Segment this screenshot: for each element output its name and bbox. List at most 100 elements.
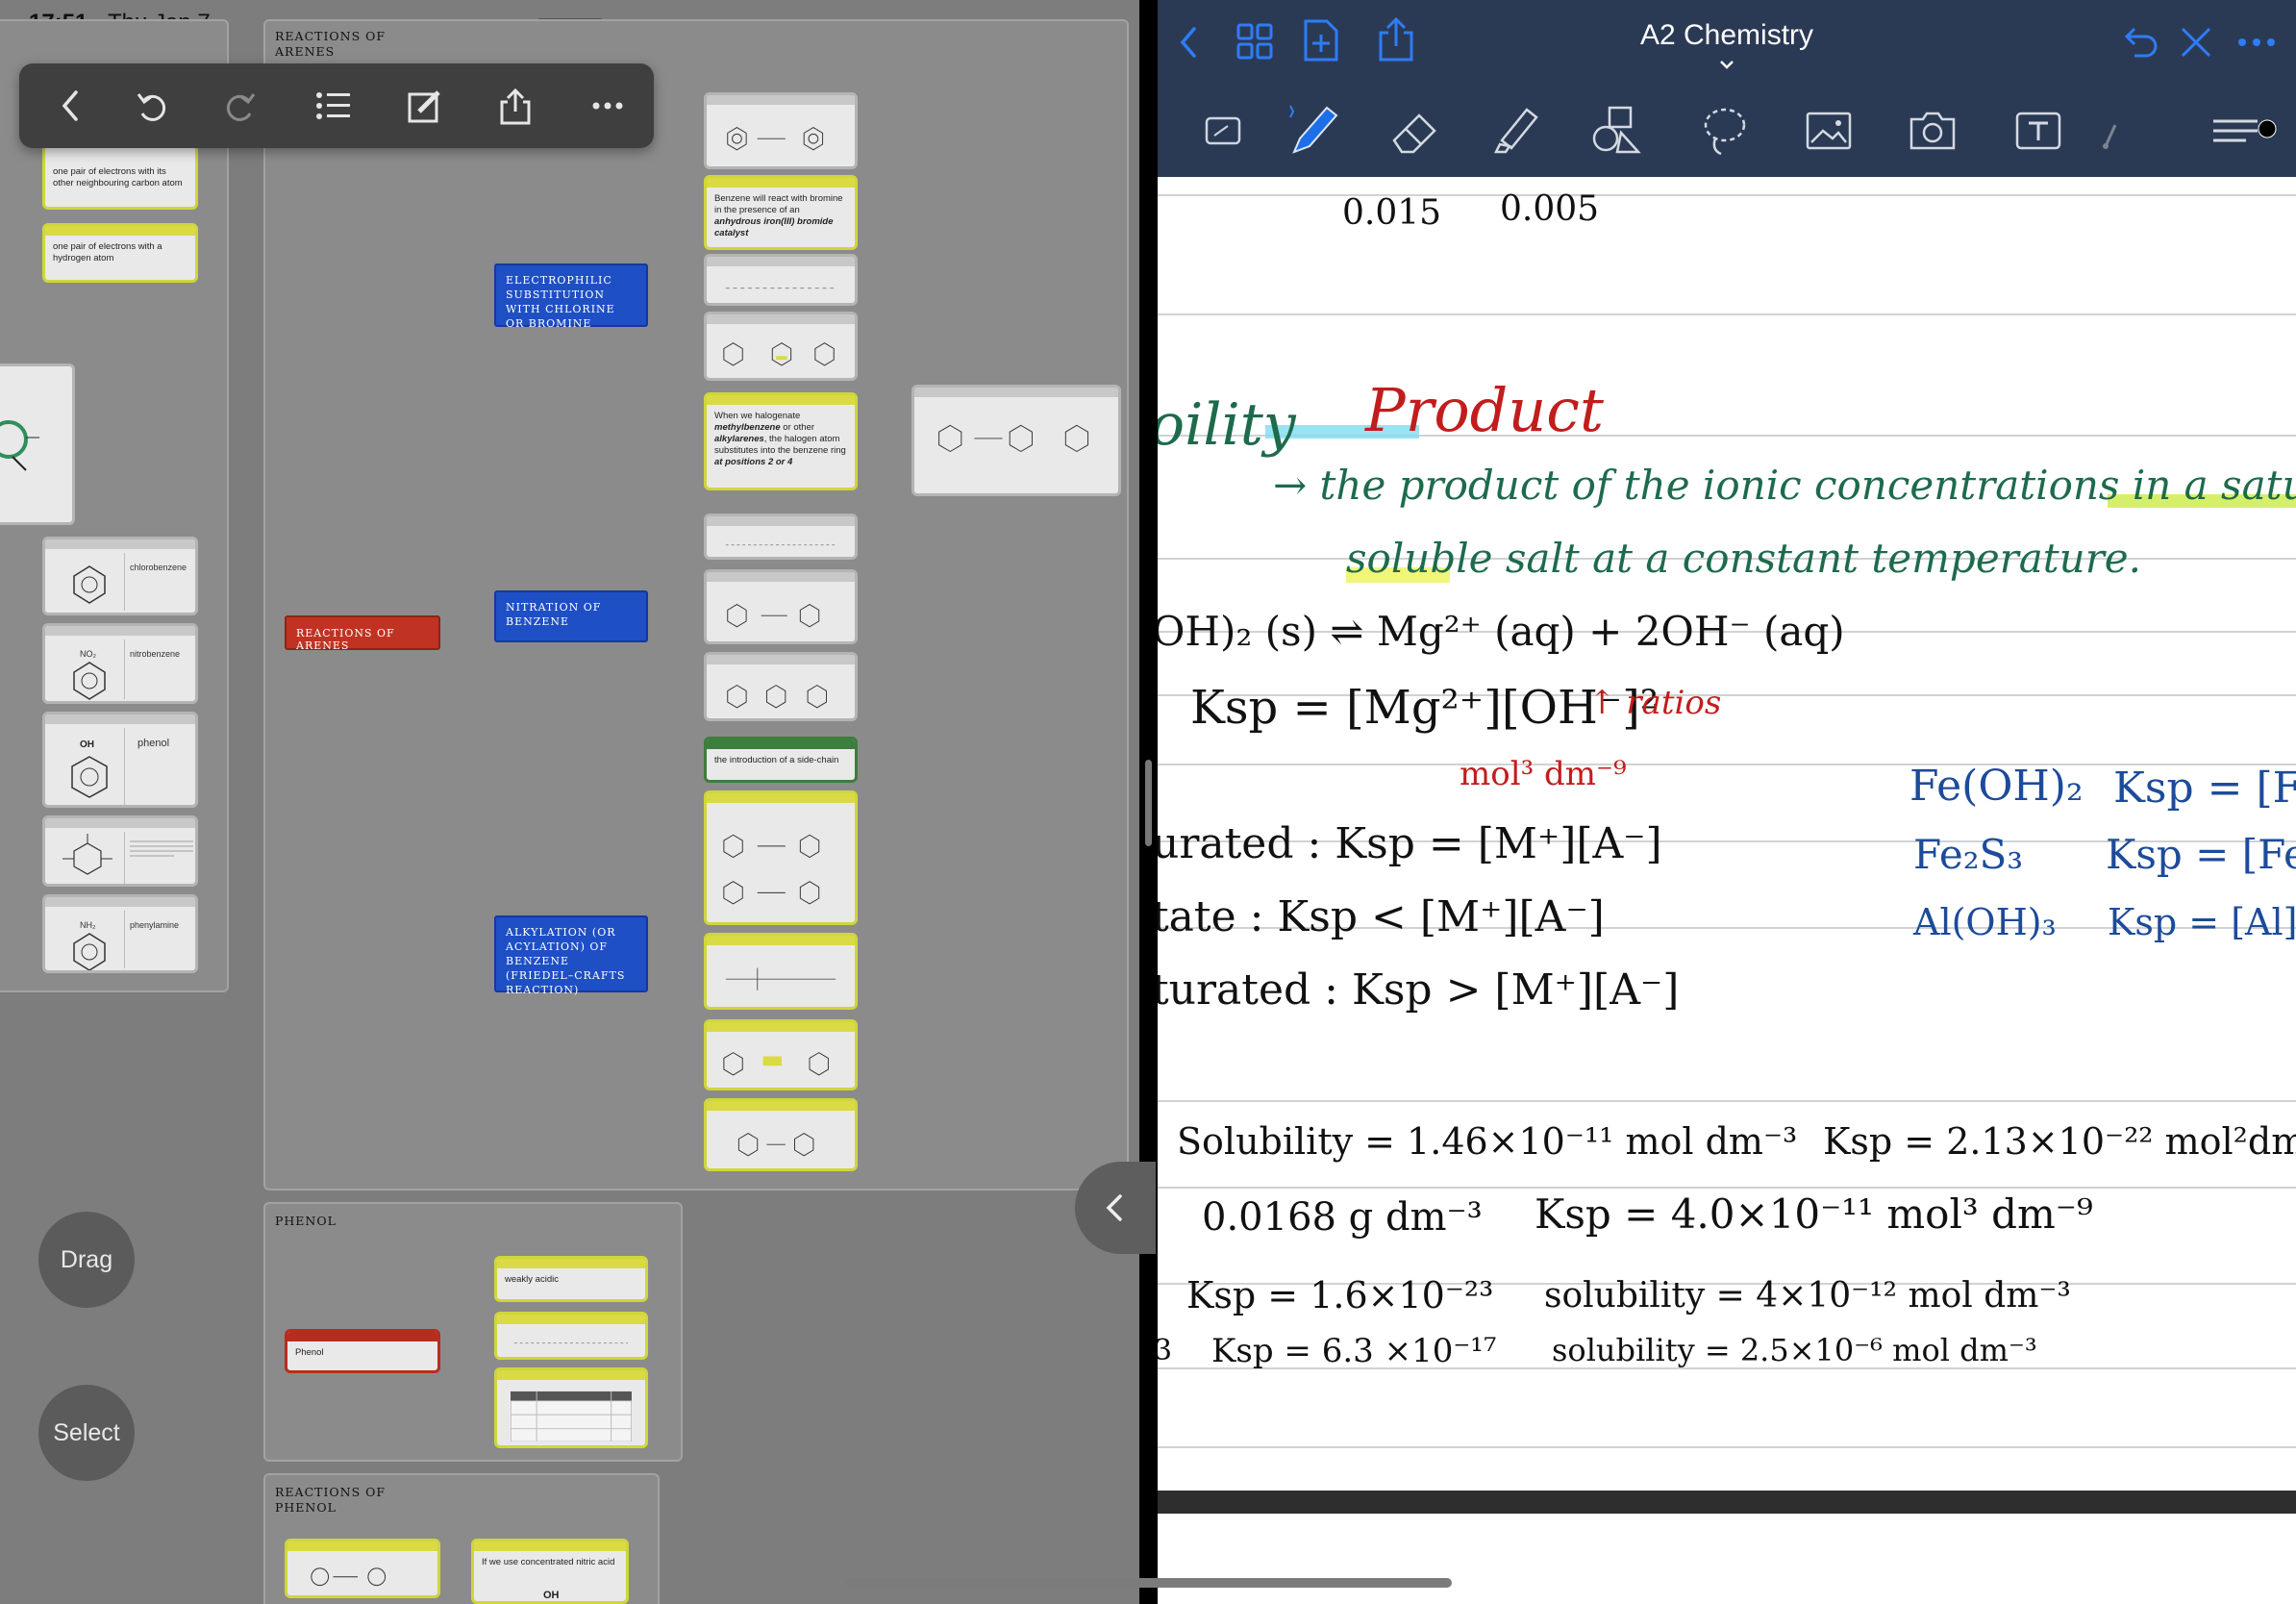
divider-handle[interactable]: [1145, 760, 1152, 846]
precipitate-condition: tate : Ksp < [M⁺][A⁻]: [1158, 892, 1605, 941]
phenol-equation-card[interactable]: [494, 1312, 648, 1360]
reaction-scheme-card[interactable]: [704, 1019, 858, 1090]
laser-pointer-tool[interactable]: [2081, 102, 2138, 160]
compound-name: phenylamine: [130, 920, 180, 930]
next-page[interactable]: [1158, 1514, 2296, 1604]
solubility-row-2: 0.0168 g dm⁻³: [1202, 1195, 1483, 1240]
benzene-image-card[interactable]: [0, 363, 75, 525]
solubility-row-4: solubility = 2.5×10⁻⁶ mol dm⁻³: [1552, 1332, 2037, 1368]
ksp-row-2: Ksp = 4.0×10⁻¹¹ mol³ dm⁻⁹: [1535, 1190, 2093, 1238]
back-button[interactable]: [48, 83, 94, 129]
side-chain-card[interactable]: the introduction of a side-chain: [704, 737, 858, 783]
notes-pane[interactable]: A2 Chemistry 0.015 0.005 oility Product …: [1158, 0, 2296, 1604]
home-indicator[interactable]: [846, 1578, 1452, 1588]
methylbenzene-products-card[interactable]: [911, 385, 1121, 496]
shapes-tool[interactable]: [1590, 102, 1648, 160]
shapes-icon: [1592, 106, 1641, 154]
outline-button[interactable]: [310, 83, 356, 129]
laser-pointer-icon: [2103, 124, 2117, 149]
pen-settings[interactable]: [2208, 112, 2284, 150]
compound-card[interactable]: [42, 815, 198, 887]
compound-name: nitrobenzene: [130, 649, 181, 659]
reaction-scheme-diagram: [725, 967, 836, 990]
select-button[interactable]: Select: [38, 1385, 135, 1481]
image-tool[interactable]: [1800, 102, 1858, 160]
text-tool[interactable]: [2009, 102, 2067, 160]
reaction-scheme-card[interactable]: [704, 1098, 858, 1171]
compound-card[interactable]: OH phenol: [42, 712, 198, 808]
branch-alkylation[interactable]: ALKYLATION (OR ACYLATION) OF BENZENE (FR…: [494, 915, 648, 996]
heading-product: Product: [1365, 375, 1604, 445]
undo-icon: [2124, 27, 2158, 58]
phenol-reaction-card[interactable]: [285, 1539, 440, 1598]
undo-button[interactable]: [129, 83, 175, 129]
lasso-tool[interactable]: [1696, 102, 1754, 160]
branch-electrophilic-substitution[interactable]: ELECTROPHILIC SUBSTITUTION WITH CHLORINE…: [494, 263, 648, 330]
more-button[interactable]: [585, 83, 631, 129]
drag-button[interactable]: Drag: [38, 1212, 135, 1308]
acidity-table: [511, 1391, 632, 1442]
reaction-scheme-card[interactable]: [704, 790, 858, 925]
reaction-scheme-card[interactable]: [704, 92, 858, 169]
image-icon: [1806, 112, 1852, 150]
nitric-acid-card[interactable]: If we use concentrated nitric acid OH: [471, 1539, 629, 1604]
undo-button[interactable]: [2119, 21, 2161, 63]
read-only-toggle[interactable]: [1194, 102, 1252, 160]
reaction-scheme-diagram: [725, 288, 836, 289]
branch-nitration[interactable]: NITRATION OF BENZENE: [494, 590, 648, 642]
chevron-down-icon[interactable]: [1719, 60, 1734, 69]
list-icon: [316, 92, 350, 119]
frame-title: REACTIONS OF ARENES: [275, 29, 387, 59]
camera-tool[interactable]: [1904, 102, 1961, 160]
benzene-ring-icon: [73, 662, 106, 700]
row-4-prefix: 3: [1158, 1334, 1173, 1367]
ksp-al-oh3: Ksp = [Al][O: [2108, 901, 2296, 943]
reaction-scheme-card[interactable]: [704, 933, 858, 1010]
reaction-scheme-card[interactable]: [704, 514, 858, 560]
close-pen-icon: [2181, 27, 2211, 58]
reaction-scheme-card[interactable]: [704, 652, 858, 721]
card-text: If we use concentrated nitric acid: [482, 1557, 615, 1567]
compound-group: OH: [543, 1590, 560, 1601]
phenol-root-node[interactable]: Phenol: [285, 1329, 440, 1373]
share-button[interactable]: [492, 83, 538, 129]
redo-button[interactable]: [217, 83, 263, 129]
highlighter-tool[interactable]: [1485, 102, 1542, 160]
reaction-scheme-diagram: [723, 834, 820, 905]
ksp-units: mol³ dm⁻⁹: [1460, 755, 1627, 793]
root-node-reactions-of-arenes[interactable]: REACTIONS OF ARENES: [285, 615, 440, 652]
split-view-divider[interactable]: [1139, 0, 1158, 1604]
benzene-ring-icon: [73, 933, 106, 970]
pen-tool[interactable]: [1285, 102, 1342, 160]
mindmap-card[interactable]: one pair of electrons with its other nei…: [42, 144, 198, 210]
undo-icon: [137, 93, 166, 121]
mindmap-card[interactable]: one pair of electrons with a hydrogen at…: [42, 223, 198, 283]
more-icon: [592, 102, 623, 110]
camera-icon: [1909, 112, 1956, 150]
weakly-acidic-card[interactable]: weakly acidic: [494, 1256, 648, 1302]
share-icon: [500, 88, 531, 125]
compound-card[interactable]: NO₂ nitrobenzene: [42, 623, 198, 704]
mindmap-pane[interactable]: 17:51 Thu Jan 7 one pair of electrons wi…: [0, 0, 1139, 1604]
reaction-scheme-card[interactable]: [704, 312, 858, 381]
acidity-table-card[interactable]: [494, 1367, 648, 1448]
notes-page[interactable]: 0.015 0.005 oility Product → the product…: [1158, 177, 2296, 1491]
mindmap-toolbar: [19, 63, 654, 148]
compound-card[interactable]: chlorobenzene: [42, 537, 198, 615]
compound-card[interactable]: NH₂ phenylamine: [42, 894, 198, 973]
frame-title: PHENOL: [275, 1214, 337, 1228]
reaction-scheme-card[interactable]: [704, 569, 858, 644]
reaction-scheme-diagram: [737, 1133, 814, 1157]
edit-button[interactable]: [402, 83, 448, 129]
eraser-icon: [1392, 113, 1436, 154]
ksp-fe2s3: Ksp = [Fe³⁺]: [2106, 831, 2296, 878]
compound-fe2s3: Fe₂S₃: [1913, 831, 2024, 878]
close-pen-button[interactable]: [2175, 21, 2217, 63]
reaction-scheme-card[interactable]: [704, 254, 858, 306]
eraser-tool[interactable]: [1386, 102, 1444, 160]
ksp-row-1: Ksp = 2.13×10⁻²² mol²dm⁻⁶: [1823, 1120, 2296, 1163]
reaction-scheme-diagram: [725, 544, 836, 546]
bromine-card[interactable]: Benzene will react with bromine in the p…: [704, 175, 858, 250]
more-button[interactable]: [2233, 21, 2281, 63]
methylbenzene-card[interactable]: When we halogenate methylbenzene or othe…: [704, 392, 858, 490]
